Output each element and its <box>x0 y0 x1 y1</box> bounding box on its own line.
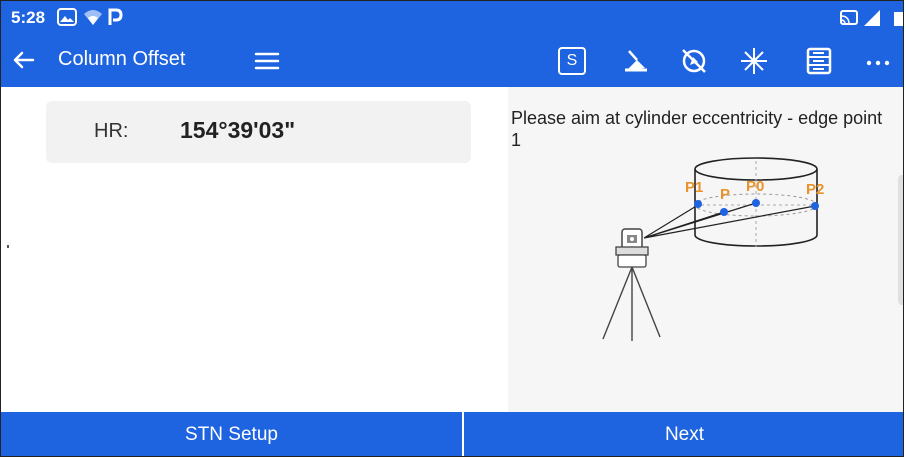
star-burst-icon[interactable] <box>739 46 769 76</box>
instruction-pane: Please aim at cylinder eccentricity - ed… <box>508 87 903 412</box>
s-mode-button[interactable]: S <box>558 47 586 75</box>
point-p1 <box>694 200 702 208</box>
status-time: 5:28 <box>11 8 46 27</box>
p-app-icon <box>108 8 123 25</box>
hr-card: HR: 154°39'03" <box>46 101 471 163</box>
point-p <box>720 208 728 216</box>
list-panel-icon[interactable] <box>804 46 834 76</box>
back-arrow-icon[interactable] <box>9 45 39 75</box>
wifi-icon <box>84 10 102 25</box>
status-bar: 5:28 <box>1 1 903 35</box>
sight-lines <box>643 202 816 239</box>
app-window: 5:28 Column Offset S HR: 154°39'03" Plea… <box>0 0 904 457</box>
hamburger-menu-icon[interactable] <box>253 47 281 75</box>
bottom-bar: STN Setup Next <box>1 412 903 456</box>
point-p2 <box>811 202 819 210</box>
gallery-icon <box>57 8 77 26</box>
signal-icon <box>864 10 880 26</box>
compass-off-icon[interactable] <box>679 46 709 76</box>
measurement-pane: HR: 154°39'03" <box>1 87 508 412</box>
point-p0 <box>752 199 760 207</box>
hr-label: HR: <box>94 120 129 142</box>
stn-setup-button[interactable]: STN Setup <box>1 412 462 456</box>
hr-value: 154°39'03" <box>180 117 296 143</box>
label-p2: P2 <box>806 181 824 198</box>
more-icon[interactable] <box>863 46 893 76</box>
label-p: P <box>720 186 730 203</box>
instruction-text: Please aim at cylinder eccentricity - ed… <box>511 108 883 150</box>
battery-icon <box>894 12 903 26</box>
page-title: Column Offset <box>58 48 186 70</box>
cylinder-offset-diagram: P1 P P0 P2 <box>602 157 824 341</box>
label-p0: P0 <box>746 178 764 195</box>
next-button[interactable]: Next <box>464 412 903 456</box>
laser-pointer-icon[interactable] <box>621 46 651 76</box>
app-bar: Column Offset S <box>1 35 903 87</box>
label-p1: P1 <box>685 179 703 196</box>
cast-icon <box>840 10 858 25</box>
total-station-icon <box>602 228 661 341</box>
edge-mark <box>7 245 9 248</box>
side-scroll-handle[interactable] <box>898 175 903 305</box>
